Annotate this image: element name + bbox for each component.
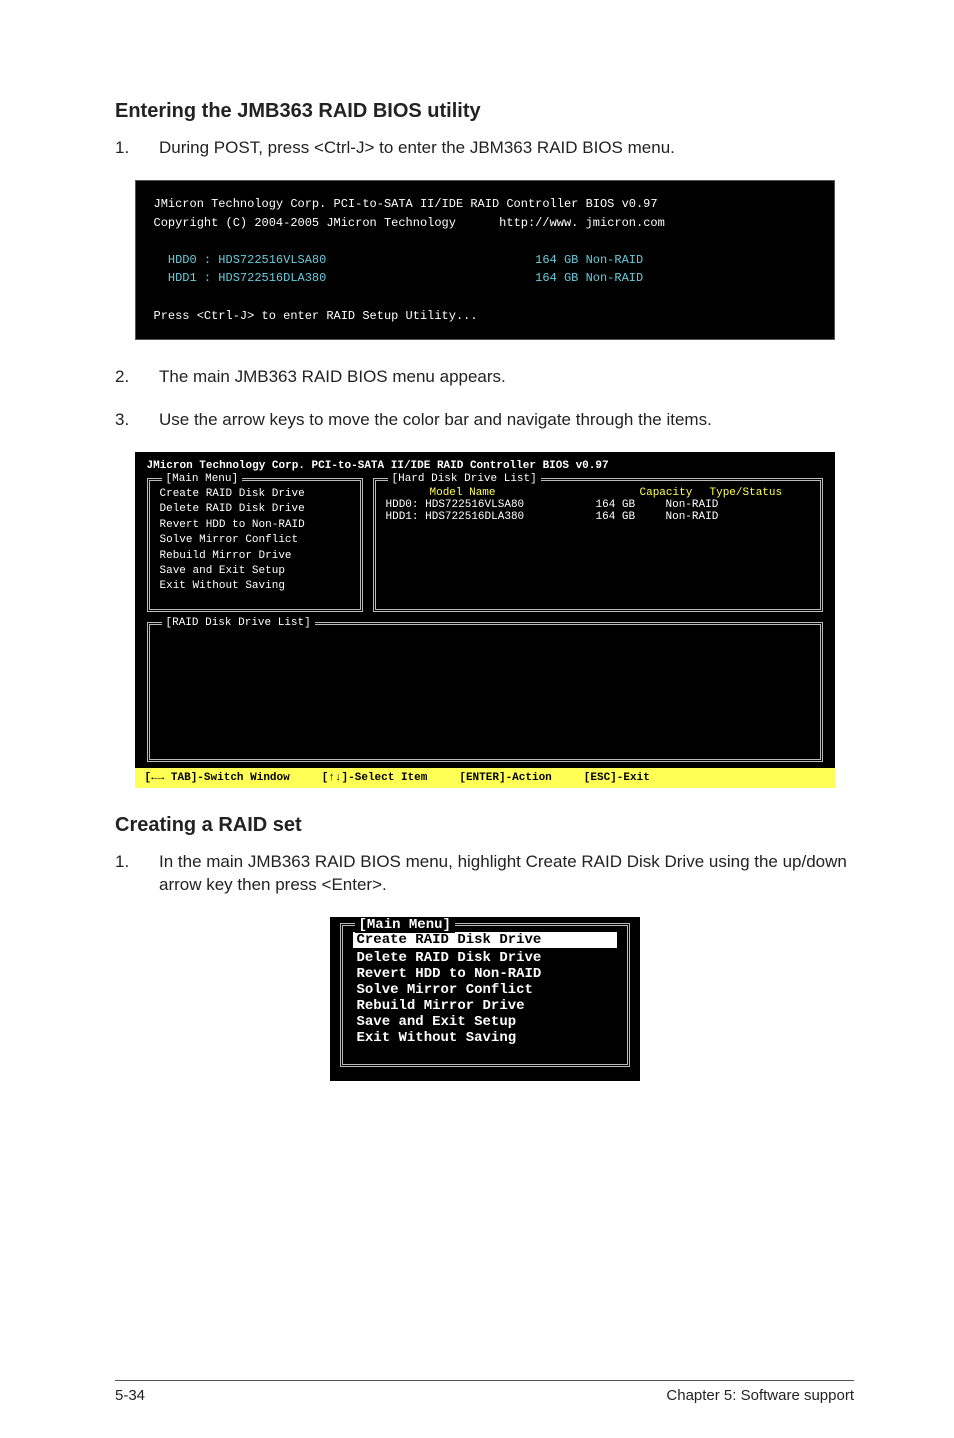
- hdd-list-panel: [Hard Disk Drive List] Model Name Capaci…: [373, 478, 823, 612]
- step-number: 2.: [115, 366, 159, 389]
- step-3-entering: 3. Use the arrow keys to move the color …: [115, 409, 854, 432]
- heading-creating: Creating a RAID set: [115, 814, 854, 837]
- hdd-cap: 164 GB: [596, 499, 666, 511]
- post-press: Press <Ctrl-J> to enter RAID Setup Utili…: [154, 309, 478, 323]
- mini-menu-panel: [Main Menu] Create RAID Disk Drive Delet…: [340, 923, 630, 1067]
- chapter-label: Chapter 5: Software support: [666, 1387, 854, 1404]
- menu-item[interactable]: Revert HDD to Non-RAID: [160, 518, 350, 533]
- page-number: 5-34: [115, 1387, 145, 1404]
- post-hdd1-cap: 164 GB Non-RAID: [535, 271, 643, 285]
- post-hdd0-cap: 164 GB Non-RAID: [535, 253, 643, 267]
- menu-item[interactable]: Solve Mirror Conflict: [160, 533, 350, 548]
- bios-top-row: [Main Menu] Create RAID Disk Drive Delet…: [147, 478, 823, 612]
- post-hdd0: HDD0 : HDS722516VLSA80: [154, 253, 327, 267]
- footer-hint: [ENTER]-Action: [459, 772, 551, 784]
- hdd-model: HDD0: HDS722516VLSA80: [386, 499, 596, 511]
- panel-title: [Main Menu]: [355, 917, 455, 933]
- step-text: During POST, press <Ctrl-J> to enter the…: [159, 137, 854, 160]
- panel-title: [Main Menu]: [162, 473, 243, 485]
- menu-item[interactable]: Revert HDD to Non-RAID: [353, 966, 617, 982]
- bios-footer: [←→ TAB]-Switch Window [↑↓]-Select Item …: [135, 768, 835, 788]
- post-line: Copyright (C) 2004-2005 JMicron Technolo…: [154, 216, 456, 230]
- hdr-model: Model Name: [386, 487, 640, 499]
- menu-item[interactable]: Delete RAID Disk Drive: [353, 950, 617, 966]
- hdd-type: Non-RAID: [666, 499, 766, 511]
- hdd-cap: 164 GB: [596, 511, 666, 523]
- step-number: 3.: [115, 409, 159, 432]
- hdd-model: HDD1: HDS722516DLA380: [386, 511, 596, 523]
- post-screen: JMicron Technology Corp. PCI-to-SATA II/…: [135, 180, 835, 340]
- step-text: Use the arrow keys to move the color bar…: [159, 409, 854, 432]
- menu-item[interactable]: Save and Exit Setup: [160, 564, 350, 579]
- menu-item[interactable]: Create RAID Disk Drive: [160, 487, 350, 502]
- menu-item[interactable]: Exit Without Saving: [160, 579, 350, 594]
- post-hdd1: HDD1 : HDS722516DLA380: [154, 271, 327, 285]
- menu-item[interactable]: Solve Mirror Conflict: [353, 982, 617, 998]
- raid-list-panel: [RAID Disk Drive List]: [147, 622, 823, 762]
- main-menu-panel: [Main Menu] Create RAID Disk Drive Delet…: [147, 478, 363, 612]
- menu-item[interactable]: Rebuild Mirror Drive: [160, 549, 350, 564]
- hdd-row: HDD0: HDS722516VLSA80 164 GB Non-RAID: [386, 499, 810, 511]
- footer-hint: [←→ TAB]-Switch Window: [145, 772, 290, 784]
- menu-item-selected[interactable]: Create RAID Disk Drive: [353, 932, 617, 948]
- menu-item[interactable]: Save and Exit Setup: [353, 1014, 617, 1030]
- page: Entering the JMB363 RAID BIOS utility 1.…: [0, 0, 954, 1438]
- hdr-type: Type/Status: [710, 487, 810, 499]
- hdd-header: Model Name Capacity Type/Status: [386, 487, 810, 499]
- step-1-entering: 1. During POST, press <Ctrl-J> to enter …: [115, 137, 854, 160]
- step-number: 1.: [115, 851, 159, 897]
- panel-title: [RAID Disk Drive List]: [162, 617, 315, 629]
- menu-item[interactable]: Exit Without Saving: [353, 1030, 617, 1046]
- footer-hint: [↑↓]-Select Item: [322, 772, 428, 784]
- menu-item[interactable]: Rebuild Mirror Drive: [353, 998, 617, 1014]
- panel-title: [Hard Disk Drive List]: [388, 473, 541, 485]
- step-number: 1.: [115, 137, 159, 160]
- bios-title: JMicron Technology Corp. PCI-to-SATA II/…: [147, 460, 823, 472]
- heading-entering: Entering the JMB363 RAID BIOS utility: [115, 100, 854, 123]
- footer-hint: [ESC]-Exit: [584, 772, 650, 784]
- post-line: JMicron Technology Corp. PCI-to-SATA II/…: [154, 197, 658, 211]
- hdd-row: HDD1: HDS722516DLA380 164 GB Non-RAID: [386, 511, 810, 523]
- post-line: http://www. jmicron.com: [499, 216, 665, 230]
- bios-menu-screenshot: JMicron Technology Corp. PCI-to-SATA II/…: [135, 452, 835, 788]
- step-text: The main JMB363 RAID BIOS menu appears.: [159, 366, 854, 389]
- page-footer: 5-34 Chapter 5: Software support: [115, 1380, 854, 1404]
- step-1-creating: 1. In the main JMB363 RAID BIOS menu, hi…: [115, 851, 854, 897]
- hdr-cap: Capacity: [640, 487, 710, 499]
- step-2-entering: 2. The main JMB363 RAID BIOS menu appear…: [115, 366, 854, 389]
- bios-outer: JMicron Technology Corp. PCI-to-SATA II/…: [135, 452, 835, 768]
- step-text: In the main JMB363 RAID BIOS menu, highl…: [159, 851, 854, 897]
- post-screen-content: JMicron Technology Corp. PCI-to-SATA II/…: [136, 181, 834, 339]
- hdd-type: Non-RAID: [666, 511, 766, 523]
- menu-item[interactable]: Delete RAID Disk Drive: [160, 502, 350, 517]
- mini-menu-screenshot: [Main Menu] Create RAID Disk Drive Delet…: [330, 917, 640, 1081]
